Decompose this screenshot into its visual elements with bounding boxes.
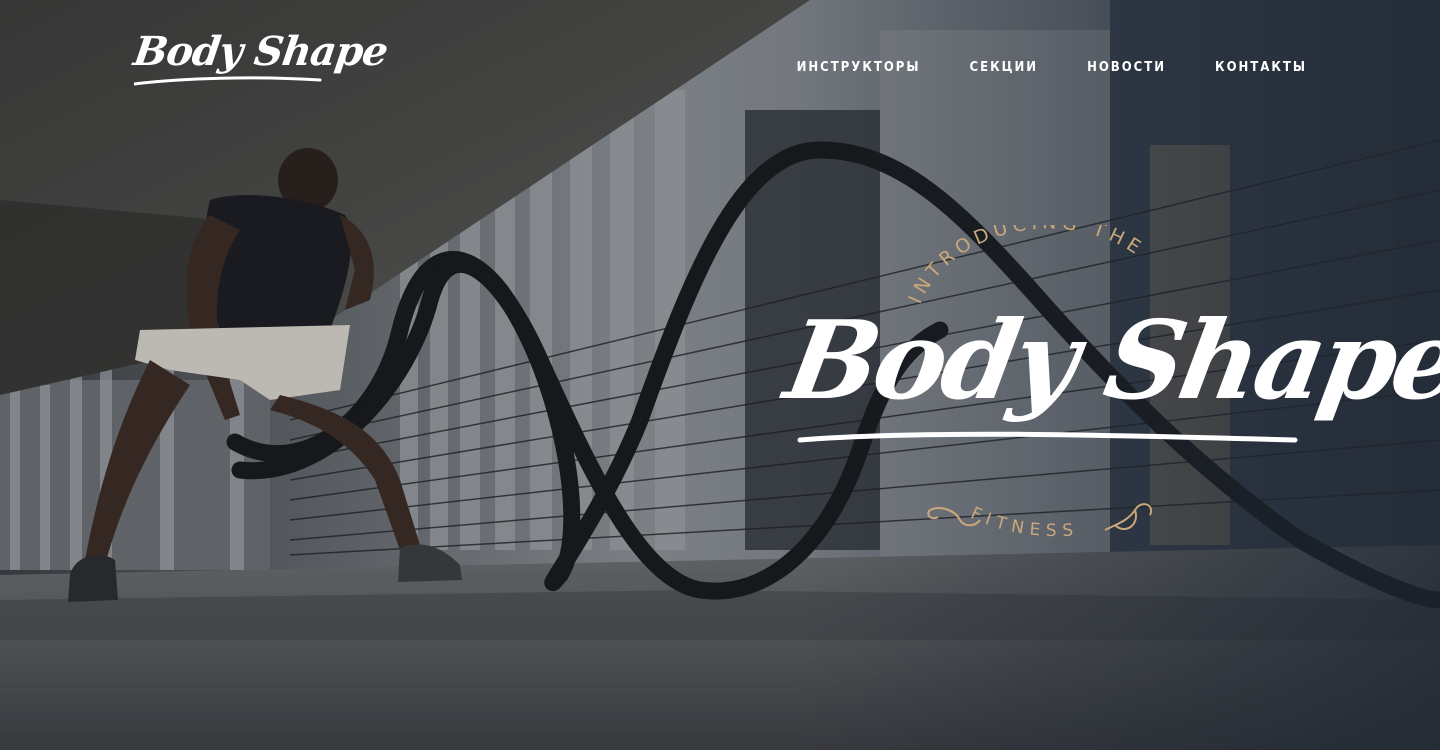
main-navigation: ИНСТРУКТОРЫ СЕКЦИИ НОВОСТИ КОНТАКТЫ [748, 58, 1307, 78]
nav-link-sections[interactable]: СЕКЦИИ [970, 58, 1039, 78]
logo-swash-icon [134, 76, 322, 86]
brand-logo[interactable]: Body Shape [131, 28, 390, 110]
intro-text: INTRODUCING THE [904, 225, 1148, 307]
nav-link-instructors[interactable]: ИНСТРУКТОРЫ [797, 58, 921, 78]
hero-emblem: INTRODUCING THE FITNESS Body Shape [777, 225, 1440, 565]
title-underline-swash [797, 431, 1298, 443]
nav-link-contacts[interactable]: КОНТАКТЫ [1215, 58, 1307, 78]
hero-title: Body Shape [776, 298, 1440, 424]
fitness-text: FITNESS [968, 503, 1080, 541]
nav-link-news[interactable]: НОВОСТИ [1087, 58, 1166, 78]
hero-section: Body Shape ИНСТРУКТОРЫ СЕКЦИИ НОВОСТИ КО… [0, 0, 1440, 750]
